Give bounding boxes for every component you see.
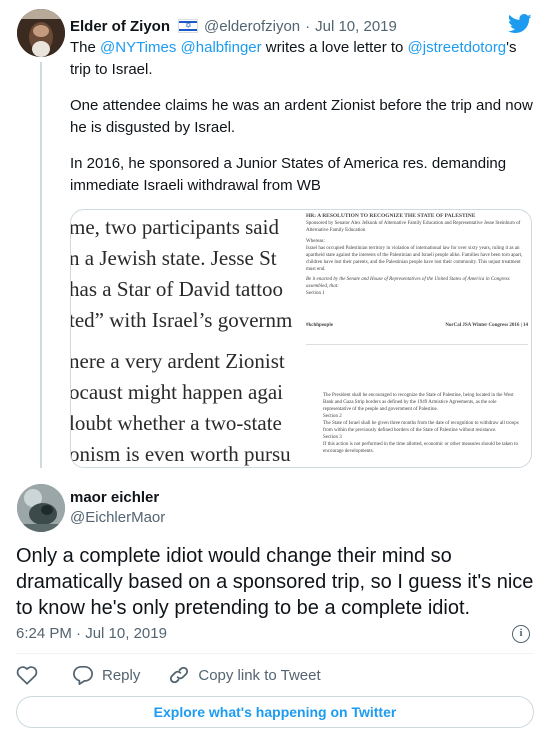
reply-label: Reply [102,666,141,684]
tweet-timestamp[interactable]: 6:24 PM · Jul 10, 2019 [16,625,167,642]
mention-nytimes[interactable]: @NYTimes [100,39,176,56]
header-separator: · [305,17,311,35]
link-icon [170,666,189,684]
quoted-author-avatar[interactable] [17,9,65,57]
divider [16,653,534,654]
action-bar: Reply Copy link to Tweet [16,663,321,687]
explore-twitter-button[interactable]: Explore what's happening on Twitter [16,696,534,728]
like-button[interactable] [16,665,38,685]
author-handle[interactable]: @EichlerMaor [70,509,165,526]
info-icon[interactable]: i [512,625,530,643]
quoted-paragraph-2: One attendee claims he was an ardent Zio… [70,97,533,136]
quoted-tweet-date[interactable]: Jul 10, 2019 [315,18,397,35]
heart-icon [16,666,38,685]
reply-button[interactable]: Reply [72,665,140,685]
quoted-tweet-header: Elder of Ziyon ✡ @elderofziyon · Jul 10,… [70,16,397,36]
newspaper-clipping: me, two participants said n a Jewish sta… [71,215,293,466]
thread-connector-line [40,62,42,468]
tweet-media-image[interactable]: me, two participants said n a Jewish sta… [70,209,532,468]
copy-link-button[interactable]: Copy link to Tweet [168,665,321,685]
quoted-paragraph-1: The @NYTimes @halbfinger writes a love l… [70,39,517,78]
quoted-tweet-text: The @NYTimes @halbfinger writes a love l… [70,37,538,211]
tweet-text: Only a complete idiot would change their… [16,545,534,619]
author-avatar[interactable] [17,484,65,532]
quoted-paragraph-3: In 2016, he sponsored a Junior States of… [70,155,507,194]
quoted-author-name[interactable]: Elder of Ziyon [70,18,170,35]
reply-icon [73,665,93,685]
resolution-page-footer: #kchhpeople NorCal JSA Winter Congress 2… [306,323,528,328]
resolution-page-body: The President shall be encouraged to rec… [323,393,519,454]
twitter-bird-icon[interactable] [508,14,532,34]
mention-jstreetdotorg[interactable]: @jstreetdotorg [408,39,507,56]
mention-halbfinger[interactable]: @halbfinger [181,39,262,56]
embedded-tweet-card: Elder of Ziyon ✡ @elderofziyon · Jul 10,… [0,0,550,744]
resolution-document: HR: A RESOLUTION TO RECOGNIZE THE STATE … [301,210,531,467]
author-name[interactable]: maor eichler [70,489,159,506]
quoted-author-handle[interactable]: @elderofziyon [204,18,300,35]
copy-link-label: Copy link to Tweet [198,666,321,684]
israel-flag-icon: ✡ [178,19,199,33]
